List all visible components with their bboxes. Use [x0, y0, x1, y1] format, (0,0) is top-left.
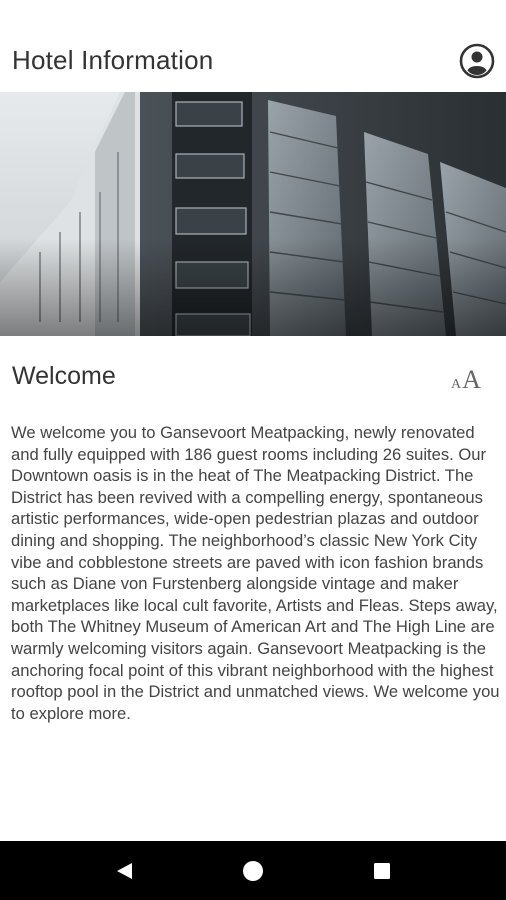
text-size-button[interactable]: A A [446, 360, 486, 394]
page-title: Hotel Information [12, 45, 214, 75]
profile-button[interactable] [458, 42, 496, 80]
text-size-large-glyph: A [462, 365, 481, 394]
welcome-body-text: We welcome you to Gansevoort Meatpacking… [11, 423, 500, 723]
nav-back-button[interactable] [94, 841, 154, 900]
nav-home-button[interactable] [223, 841, 283, 900]
system-navigation-bar [0, 841, 506, 900]
app-screen: Hotel Information Welcome A A We welcome… [0, 0, 506, 900]
welcome-section: Welcome A A We welcome you to Gansevoort… [0, 336, 506, 841]
hotel-hero-image [0, 92, 506, 336]
recents-square-icon [373, 862, 390, 879]
text-size-small-glyph: A [451, 377, 462, 392]
nav-recents-button[interactable] [352, 841, 412, 900]
building-facade-photo [0, 92, 506, 336]
back-triangle-icon [117, 862, 133, 879]
account-circle-icon [459, 43, 495, 79]
app-header: Hotel Information [0, 0, 506, 92]
section-title: Welcome [12, 362, 116, 390]
home-circle-icon [242, 860, 263, 881]
